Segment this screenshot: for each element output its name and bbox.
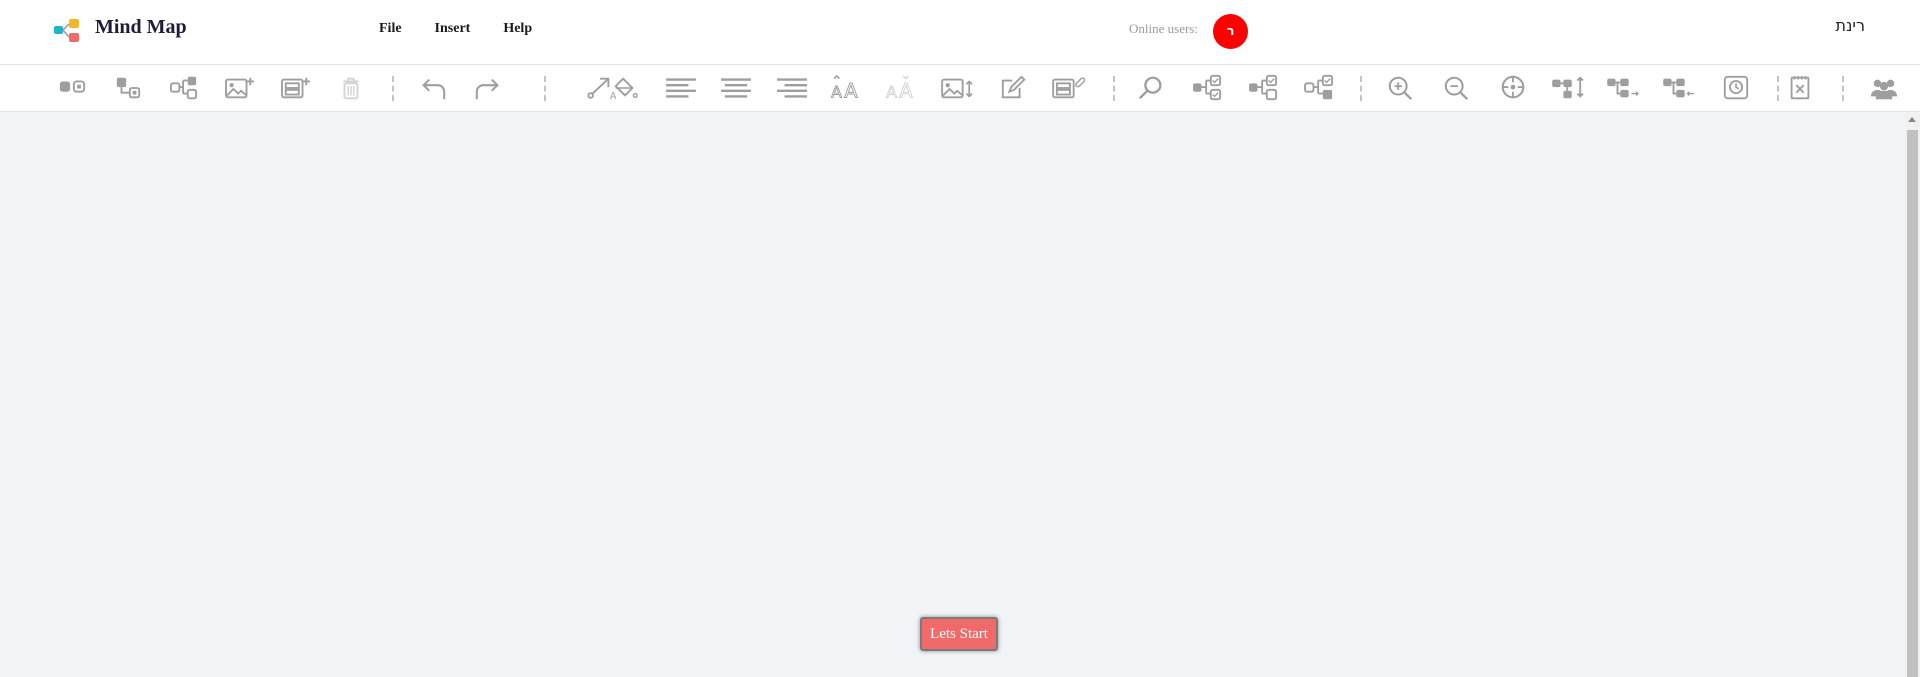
svg-text:A: A [610,91,617,102]
align-left-button[interactable] [659,73,703,103]
font-size-decrease-button[interactable]: AA [880,73,924,103]
add-image-icon [225,77,254,99]
root-node[interactable]: Lets Start [920,617,998,651]
fill-color-button[interactable]: A [603,73,647,103]
svg-text:A: A [899,79,913,102]
redo-icon [475,78,499,100]
align-right-button[interactable] [770,73,814,103]
zoom-out-button[interactable] [1435,73,1479,103]
layout-right-button[interactable] [1602,73,1646,103]
add-parent-node-button[interactable] [162,73,206,103]
main-menu: File Insert Help [379,21,565,37]
image-size-button[interactable] [936,73,980,103]
add-image-button[interactable] [218,73,262,103]
add-sibling-node-icon [59,80,86,93]
toolbar-separator [392,76,394,101]
history-icon [1723,75,1749,100]
align-center-icon [721,78,751,98]
edit-button[interactable] [992,73,1036,103]
menu-insert[interactable]: Insert [435,21,471,37]
svg-text:A: A [844,79,858,102]
history-button[interactable] [1714,73,1758,103]
collaborators-button[interactable] [1862,73,1906,103]
layout-left-button[interactable] [1658,73,1702,103]
menu-file[interactable]: File [379,21,402,37]
select-children-icon [1249,74,1278,101]
select-all-button[interactable] [1298,73,1342,103]
align-center-button[interactable] [714,73,758,103]
zoom-in-button[interactable] [1379,73,1423,103]
add-child-node-icon [116,77,141,99]
delete-button[interactable] [329,73,373,103]
font-size-increase-button[interactable]: AA [825,73,869,103]
layout-vertical-button[interactable] [1547,73,1591,103]
menu-help[interactable]: Help [503,21,532,37]
mind-map-canvas[interactable]: Lets Start [0,112,1905,677]
align-left-icon [666,78,696,98]
online-users-label: Online users: [1129,21,1198,36]
add-note-icon [281,77,310,99]
toolbar: AAAAA [0,65,1920,112]
image-size-icon [941,78,973,99]
zoom-out-icon [1444,76,1469,101]
app-title: Mind Map [95,16,187,38]
svg-text:A: A [886,82,897,101]
toolbar-separator [1113,76,1115,101]
search-icon [1138,76,1162,100]
center-view-button[interactable] [1491,73,1535,103]
align-right-icon [777,78,807,98]
attach-link-button[interactable] [1047,73,1091,103]
zoom-in-icon [1388,76,1413,101]
select-all-icon [1304,74,1334,100]
select-children-button[interactable] [1242,73,1286,103]
add-parent-node-icon [170,76,198,100]
layout-right-icon [1607,78,1639,98]
clear-map-button[interactable] [1778,73,1822,103]
toolbar-separator [1360,76,1362,101]
font-size-decrease-icon: AA [886,75,914,102]
toolbar-separator [544,76,546,101]
toolbar-separator [1842,76,1844,101]
font-size-increase-icon: AA [831,74,859,102]
search-button[interactable] [1129,73,1173,103]
select-siblings-icon [1193,74,1222,101]
add-note-button[interactable] [274,73,318,103]
undo-icon [422,78,446,100]
layout-vertical-icon [1552,76,1584,99]
attach-link-icon [1052,77,1086,99]
fill-color-icon: A [610,77,638,102]
edit-icon [1001,75,1026,99]
current-user-name[interactable]: רינת [1835,16,1865,35]
add-sibling-node-button[interactable] [50,73,94,103]
delete-icon [343,77,359,100]
vertical-scrollbar[interactable] [1905,112,1920,677]
mind-map-logo-icon[interactable] [54,19,82,43]
redo-button[interactable] [466,73,510,103]
select-siblings-button[interactable] [1186,73,1230,103]
layout-left-icon [1663,78,1694,98]
svg-text:A: A [831,82,842,101]
add-child-node-button[interactable] [106,73,150,103]
user-avatar[interactable]: ר [1213,14,1248,49]
center-view-icon [1501,75,1525,99]
scrollbar-thumb[interactable] [1907,130,1918,677]
scroll-up-arrow-icon[interactable] [1908,117,1916,122]
clear-map-icon [1790,75,1810,100]
undo-button[interactable] [411,73,455,103]
top-header: Mind Map File Insert Help Online users: … [0,0,1920,65]
collaborators-icon [1870,79,1898,100]
